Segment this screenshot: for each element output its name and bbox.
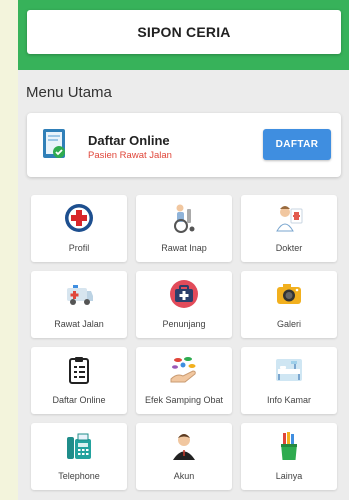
menu-tile-efek-samping-obat[interactable]: Efek Samping Obat [136, 347, 232, 414]
app-bar: SIPON CERIA [18, 0, 349, 70]
menu-tile-label: Profil [68, 243, 90, 253]
menu-tile-rawat-jalan[interactable]: Rawat Jalan [31, 271, 127, 338]
medical-bag-icon [169, 279, 199, 309]
menu-tile-daftar-online[interactable]: Daftar Online [31, 347, 127, 414]
ambulance-icon [64, 279, 94, 309]
title-box: SIPON CERIA [27, 10, 341, 54]
menu-tile-galeri[interactable]: Galeri [241, 271, 337, 338]
menu-tile-lainya[interactable]: Lainya [241, 423, 337, 490]
menu-tile-label: Info Kamar [266, 395, 312, 405]
menu-tile-label: Rawat Jalan [54, 319, 104, 329]
app-title: SIPON CERIA [137, 24, 231, 40]
menu-tile-label: Daftar Online [52, 395, 106, 405]
menu-tile-label: Galeri [276, 319, 301, 329]
clipboard-icon [64, 355, 94, 385]
menu-tile-label: Lainya [275, 471, 303, 481]
registration-subtitle: Pasien Rawat Jalan [88, 150, 172, 161]
doctor-icon [274, 203, 304, 233]
user-account-icon [169, 431, 199, 461]
menu-tile-telephone[interactable]: Telephone [31, 423, 127, 490]
wheelchair-icon [169, 203, 199, 233]
registration-form-icon [42, 128, 68, 160]
app-screen: SIPON CERIA Menu Utama Daftar Online Pas… [18, 0, 349, 500]
menu-tile-label: Penunjang [162, 319, 206, 329]
medical-cross-icon [64, 203, 94, 233]
menu-tile-label: Efek Samping Obat [144, 395, 224, 405]
fax-phone-icon [64, 431, 94, 461]
hospital-bed-icon [274, 355, 304, 385]
section-title: Menu Utama [26, 84, 112, 101]
pencil-cup-icon [274, 431, 304, 461]
registration-title: Daftar Online [88, 133, 170, 148]
menu-tile-info-kamar[interactable]: Info Kamar [241, 347, 337, 414]
online-registration-card: Daftar Online Pasien Rawat Jalan DAFTAR [27, 113, 341, 177]
menu-tile-label: Rawat Inap [161, 243, 207, 253]
menu-tile-penunjang[interactable]: Penunjang [136, 271, 232, 338]
menu-tile-label: Telephone [58, 471, 100, 481]
menu-tile-profil[interactable]: Profil [31, 195, 127, 262]
pills-hand-icon [169, 355, 199, 385]
menu-tile-label: Dokter [275, 243, 303, 253]
menu-tile-label: Akun [173, 471, 195, 481]
menu-tile-akun[interactable]: Akun [136, 423, 232, 490]
menu-tile-rawat-inap[interactable]: Rawat Inap [136, 195, 232, 262]
camera-icon [274, 279, 304, 309]
menu-tile-dokter[interactable]: Dokter [241, 195, 337, 262]
register-button[interactable]: DAFTAR [263, 129, 331, 160]
